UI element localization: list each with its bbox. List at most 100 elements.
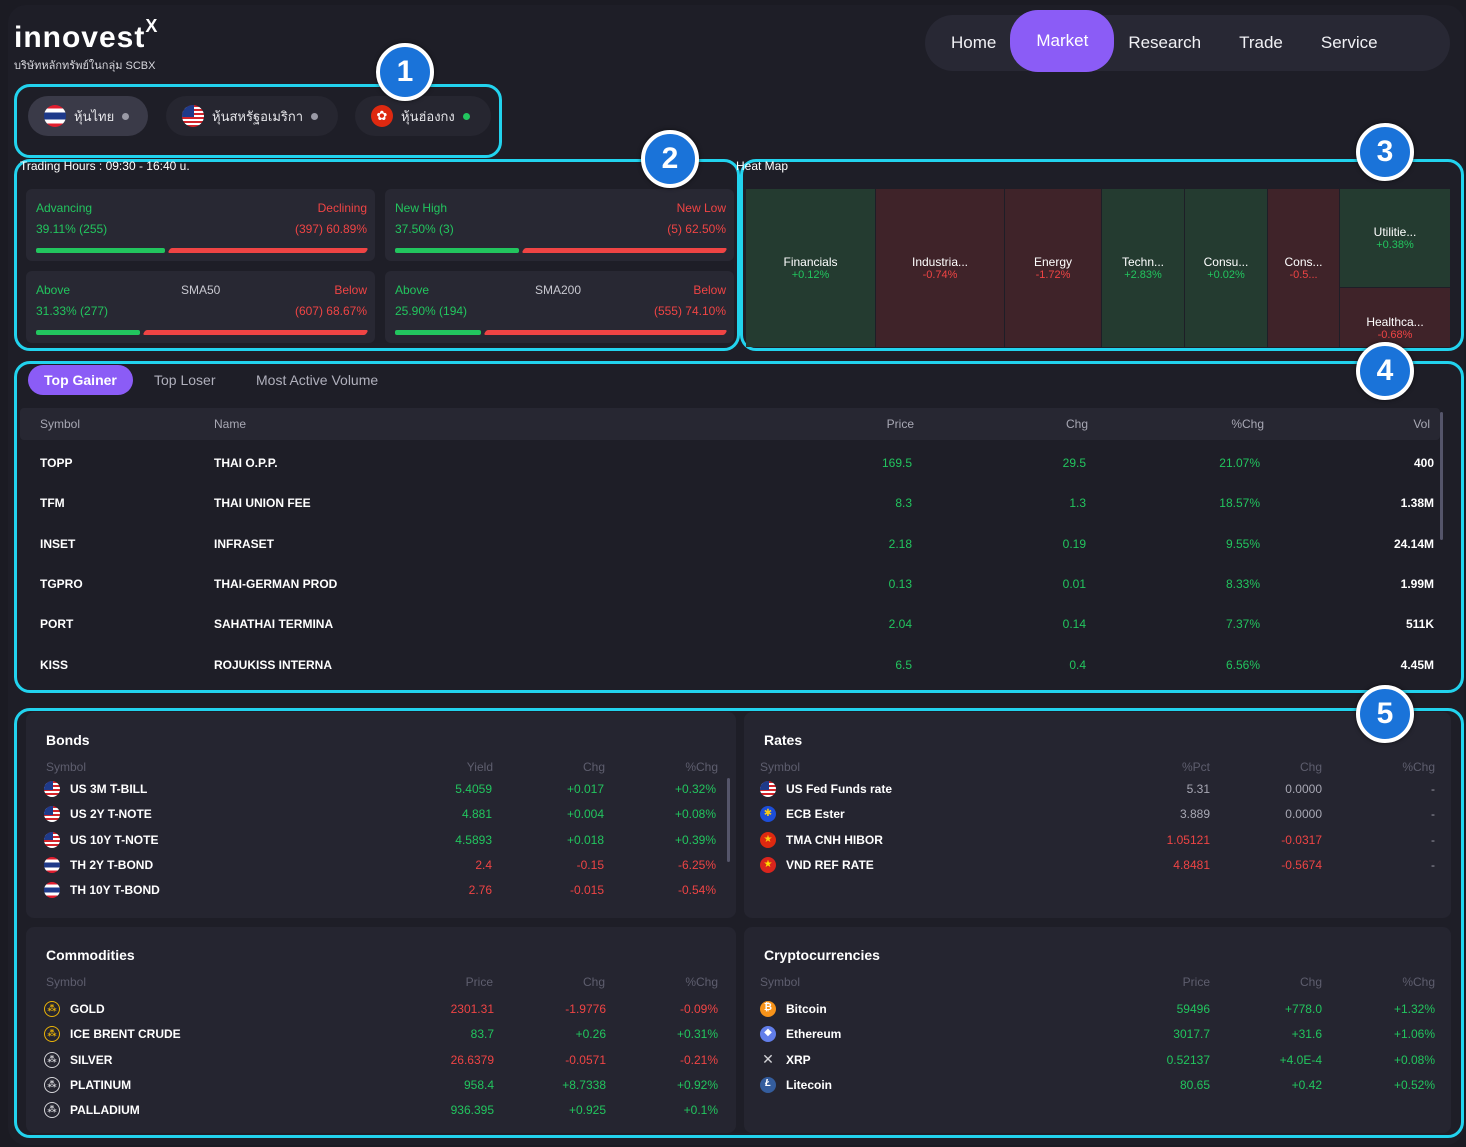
crypto-header-pct-chg: %Chg (1402, 975, 1435, 989)
rates-row[interactable]: ★ TMA CNH HIBOR 1.05121 -0.0317 - (744, 829, 1451, 854)
market-tab-label: หุ้นไทย (74, 108, 115, 124)
rates-row[interactable]: US Fed Funds rate 5.31 0.0000 - (744, 778, 1451, 803)
bitcoin-icon: ₿ (760, 1001, 776, 1017)
crypto-row[interactable]: Ł Litecoin 80.65 +0.42 +0.52% (744, 1074, 1451, 1099)
bonds-scrollbar[interactable] (727, 778, 730, 862)
crypto-value: +0.52% (1393, 1077, 1435, 1092)
nav-service[interactable]: Service (1307, 15, 1392, 71)
advancing-declining-card[interactable]: Advancing Declining 39.11% (255) (397) 6… (26, 189, 375, 261)
bonds-header-pct-chg: %Chg (685, 760, 718, 774)
crypto-value: +0.42 (1291, 1077, 1322, 1092)
heatmap-cell-financials[interactable]: Financials +0.12% (746, 189, 876, 347)
tab-most-active-volume[interactable]: Most Active Volume (240, 365, 394, 395)
crypto-row[interactable]: ₿ Bitcoin 59496 +778.0 +1.32% (744, 998, 1451, 1023)
header-name[interactable]: Name (214, 417, 246, 431)
commodities-row[interactable]: ⁂ PLATINUM 958.4 +8.7338 +0.92% (26, 1074, 736, 1099)
rates-row[interactable]: ✱ ECB Ester 3.889 0.0000 - (744, 803, 1451, 828)
header-price[interactable]: Price (887, 417, 914, 431)
row-price: 2.18 (888, 536, 912, 551)
bonds-value: -0.54% (677, 883, 716, 898)
nav-market[interactable]: Market (1010, 10, 1115, 72)
below-label: Below (334, 283, 367, 297)
crypto-value: 3017.7 (1173, 1027, 1210, 1042)
bonds-row[interactable]: US 2Y T-NOTE 4.881 +0.004 +0.08% (26, 803, 736, 828)
heatmap-cell-industrials[interactable]: Industria... -0.74% (876, 189, 1005, 347)
breadth-bar (395, 248, 728, 253)
crypto-symbol: XRP (786, 1052, 811, 1067)
row-chg: 0.01 (1062, 576, 1086, 591)
commodities-symbol: PALLADIUM (70, 1103, 140, 1118)
nav-research[interactable]: Research (1114, 15, 1215, 71)
crypto-row[interactable]: ◆ Ethereum 3017.7 +31.6 +1.06% (744, 1023, 1451, 1048)
table-row[interactable]: KISS ROJUKISS INTERNA 6.5 0.4 6.56% 4.45M (20, 644, 1440, 684)
tab-top-gainer[interactable]: Top Gainer (28, 365, 133, 395)
heatmap-cell-healthcare[interactable]: Healthca... -0.68% (1340, 288, 1451, 347)
crypto-value: +31.6 (1291, 1027, 1322, 1042)
table-header: Symbol Name Price Chg %Chg Vol (20, 408, 1440, 440)
heatmap-cell-technology[interactable]: Techn... +2.83% (1102, 189, 1185, 347)
rates-value: 1.05121 (1166, 832, 1210, 847)
market-tab-thai[interactable]: หุ้นไทย (28, 96, 148, 136)
bonds-row[interactable]: US 3M T-BILL 5.4059 +0.017 +0.32% (26, 778, 736, 803)
advancing-value: 39.11% (255) (36, 222, 108, 236)
bonds-value: 4.5893 (455, 832, 492, 847)
commodities-row[interactable]: ⁂ SILVER 26.6379 -0.0571 -0.21% (26, 1049, 736, 1074)
bonds-row[interactable]: US 10Y T-NOTE 4.5893 +0.018 +0.39% (26, 829, 736, 854)
main-nav: Home Market Research Trade Service (925, 10, 1450, 72)
header-symbol[interactable]: Symbol (40, 417, 80, 431)
litecoin-icon: Ł (760, 1076, 776, 1093)
table-row[interactable]: TGPRO THAI-GERMAN PROD 0.13 0.01 8.33% 1.99M (20, 563, 1440, 603)
declining-label: Declining (317, 201, 367, 215)
logo[interactable]: innovestX บริษัทหลักทรัพย์ในกลุ่ม SCBX (14, 14, 158, 74)
heatmap-cell-consumer-2[interactable]: Cons... -0.5... (1268, 189, 1340, 347)
table-row[interactable]: PORT SAHATHAI TERMINA 2.04 0.14 7.37% 511K (20, 603, 1440, 643)
rates-row[interactable]: ★ VND REF RATE 4.8481 -0.5674 - (744, 854, 1451, 879)
bonds-symbol: TH 10Y T-BOND (70, 883, 160, 898)
commodities-title: Commodities (46, 947, 135, 963)
gold-icon: ⁂ (44, 1001, 60, 1017)
bonds-row[interactable]: TH 10Y T-BOND 2.76 -0.015 -0.54% (26, 879, 736, 904)
new-high-low-card[interactable]: New High New Low 37.50% (3) (5) 62.50% (385, 189, 734, 261)
heatmap-cell-utilities[interactable]: Utilitie... +0.38% (1340, 189, 1451, 288)
sma200-label: SMA200 (535, 283, 582, 297)
crypto-row[interactable]: ✕ XRP 0.52137 +4.0E-4 +0.08% (744, 1049, 1451, 1074)
commodities-row[interactable]: ⁂ GOLD 2301.31 -1.9776 -0.09% (26, 998, 736, 1023)
us-flag-icon (44, 806, 60, 823)
bonds-row[interactable]: TH 2Y T-BOND 2.4 -0.15 -6.25% (26, 854, 736, 879)
tab-top-loser[interactable]: Top Loser (138, 365, 231, 395)
commodities-value: +0.26 (575, 1027, 606, 1042)
commodities-symbol: SILVER (70, 1052, 113, 1067)
callout-badge-1: 1 (376, 43, 434, 101)
sma200-card[interactable]: Above SMA200 Below 25.90% (194) (555) 74… (385, 271, 734, 343)
status-dot (122, 112, 130, 120)
rates-symbol: US Fed Funds rate (786, 782, 893, 796)
header-chg[interactable]: Chg (1066, 417, 1088, 431)
heatmap-cell-consumer-1[interactable]: Consu... +0.02% (1185, 189, 1268, 347)
commodities-row[interactable]: ⁂ PALLADIUM 936.395 +0.925 +0.1% (26, 1099, 736, 1124)
row-vol: 1.38M (1400, 496, 1434, 511)
table-row[interactable]: TOPP THAI O.P.P. 169.5 29.5 21.07% 400 (20, 442, 1440, 482)
callout-badge-5: 5 (1356, 685, 1414, 743)
table-row[interactable]: TFM THAI UNION FEE 8.3 1.3 18.57% 1.38M (20, 482, 1440, 522)
table-scrollbar[interactable] (1440, 412, 1443, 540)
platinum-icon: ⁂ (44, 1076, 60, 1093)
heatmap-cell-energy[interactable]: Energy -1.72% (1005, 189, 1102, 347)
bonds-value: 2.4 (475, 857, 492, 872)
row-symbol: TGPRO (40, 576, 83, 591)
nav-trade[interactable]: Trade (1215, 15, 1307, 71)
market-tab-us[interactable]: หุ้นสหรัฐอเมริกา (166, 96, 338, 136)
commodities-row[interactable]: ⁂ ICE BRENT CRUDE 83.7 +0.26 +0.31% (26, 1023, 736, 1048)
rates-header-pct-chg: %Chg (1402, 760, 1435, 774)
header-vol[interactable]: Vol (1413, 417, 1430, 431)
nav-home[interactable]: Home (925, 15, 1010, 71)
sma50-card[interactable]: Above SMA50 Below 31.33% (277) (607) 68.… (26, 271, 375, 343)
callout-badge-4: 4 (1356, 342, 1414, 400)
above-value: 31.33% (277) (36, 304, 109, 318)
market-tab-hk[interactable]: ✿ หุ้นฮ่องกง (355, 96, 491, 136)
breadth-bar (36, 248, 369, 253)
row-chg: 29.5 (1062, 456, 1086, 470)
row-vol: 4.45M (1400, 657, 1434, 672)
heatmap-title: Heat Map (736, 159, 789, 173)
header-pct-chg[interactable]: %Chg (1231, 417, 1264, 431)
table-row[interactable]: INSET INFRASET 2.18 0.19 9.55% 24.14M (20, 523, 1440, 563)
